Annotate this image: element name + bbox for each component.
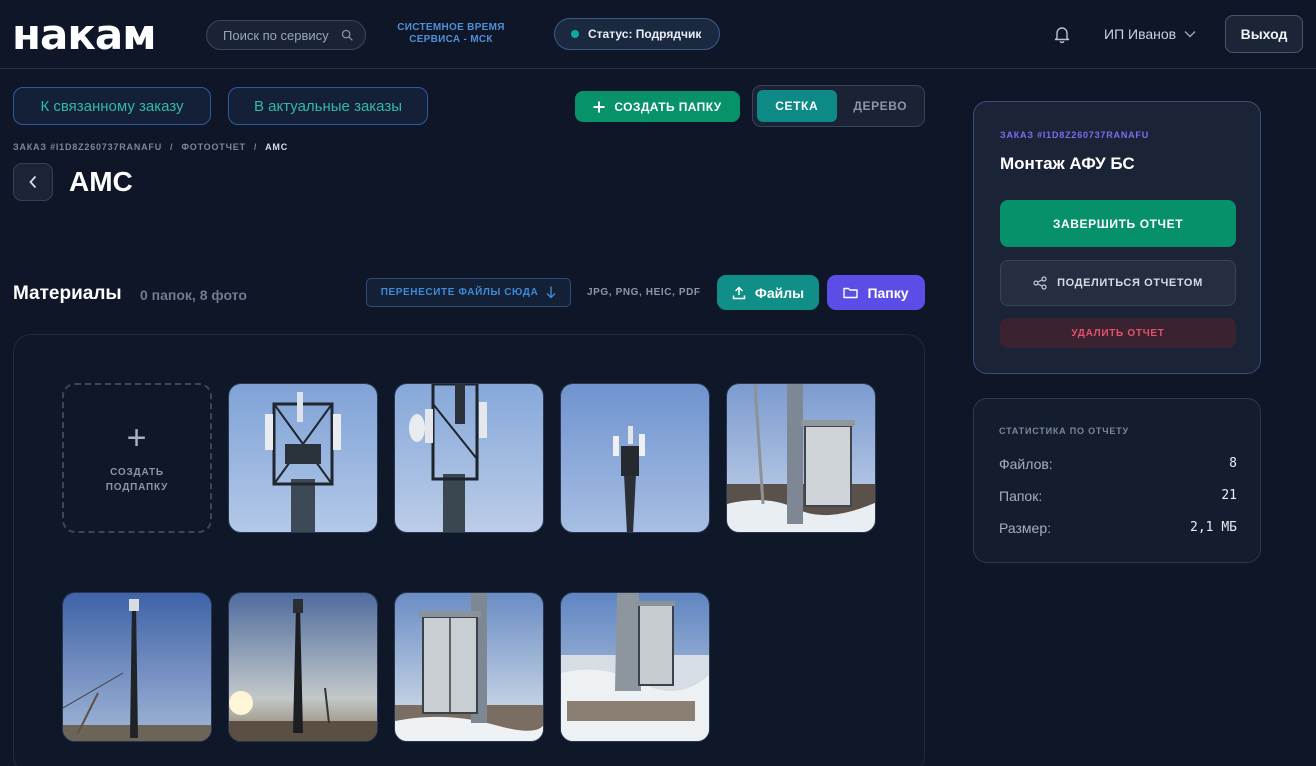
upload-files-button[interactable]: Файлы xyxy=(717,275,819,310)
cabinet-under-tower-image xyxy=(395,593,543,741)
stats-row-files: Файлов: 8 xyxy=(999,456,1237,472)
logout-button[interactable]: Выход xyxy=(1225,15,1303,53)
plus-icon: + xyxy=(126,419,148,457)
view-tree-tab[interactable]: ДЕРЕВО xyxy=(841,90,921,122)
stats-files-label: Файлов: xyxy=(999,456,1053,472)
tower-antennas-closeup-image xyxy=(395,384,543,532)
materials-count: 0 папок, 8 фото xyxy=(140,287,247,303)
share-icon xyxy=(1033,276,1047,290)
delete-report-button[interactable]: УДАЛИТЬ ОТЧЕТ xyxy=(1000,318,1236,348)
tower-top-antennas-image xyxy=(229,384,377,532)
photo-thumbnail[interactable] xyxy=(228,383,378,533)
arrow-down-icon xyxy=(546,286,556,299)
report-card: ЗАКАЗ #I1D8Z260737RANAFU Монтаж АФУ БС З… xyxy=(973,101,1261,374)
tower-field-evening-image xyxy=(63,593,211,741)
create-subfolder-line2: ПОДПАПКУ xyxy=(105,482,169,493)
photo-thumbnail[interactable] xyxy=(62,592,212,742)
page-title: АМС xyxy=(69,166,133,197)
chevron-down-icon xyxy=(1184,31,1196,38)
stats-files-value: 8 xyxy=(1229,456,1237,471)
current-orders-button[interactable]: В актуальные заказы xyxy=(228,87,428,125)
view-toggle: СЕТКА ДЕРЕВО xyxy=(752,85,925,127)
view-grid-tab[interactable]: СЕТКА xyxy=(757,90,837,122)
stats-folders-label: Папок: xyxy=(999,488,1043,504)
stats-size-value: 2,1 МБ xyxy=(1190,520,1237,535)
drop-hint: ПЕРЕНЕСИТЕ ФАЙЛЫ СЮДА xyxy=(380,287,539,298)
stats-size-label: Размер: xyxy=(999,520,1052,536)
system-time-line2: СЕРВИСА - МСК xyxy=(409,34,493,45)
search-input[interactable] xyxy=(223,27,341,43)
status-label: Статус: Подрядчик xyxy=(588,27,702,41)
create-subfolder-line1: СОЗДАТЬ xyxy=(110,467,164,478)
upload-folder-button[interactable]: Папку xyxy=(827,275,925,310)
plus-icon xyxy=(593,101,605,112)
photo-thumbnail[interactable] xyxy=(560,383,710,533)
create-subfolder-tile[interactable]: + СОЗДАТЬ ПОДПАПКУ xyxy=(62,383,212,533)
breadcrumb-order[interactable]: ЗАКАЗ #I1D8Z260737RANAFU xyxy=(13,142,162,152)
stats-title: СТАТИСТИКА ПО ОТЧЕТУ xyxy=(999,426,1129,436)
report-name: Монтаж АФУ БС xyxy=(1000,154,1135,173)
system-time-label: СИСТЕМНОЕ ВРЕМЯ СЕРВИСА - МСК xyxy=(386,22,516,46)
cabinet-base-snow-image xyxy=(561,593,709,741)
photo-thumbnail[interactable] xyxy=(560,592,710,742)
report-stats: СТАТИСТИКА ПО ОТЧЕТУ Файлов: 8 Папок: 21… xyxy=(973,398,1261,563)
breadcrumb: ЗАКАЗ #I1D8Z260737RANAFU / ФОТООТЧЕТ / А… xyxy=(13,142,288,152)
photo-thumbnail[interactable] xyxy=(726,383,876,533)
user-menu[interactable]: ИП Иванов xyxy=(1104,24,1196,44)
allowed-formats: JPG, PNG, HEIC, PDF xyxy=(587,287,701,298)
breadcrumb-report[interactable]: ФОТООТЧЕТ xyxy=(181,142,245,152)
stats-row-size: Размер: 2,1 МБ xyxy=(999,520,1237,536)
upload-icon xyxy=(732,285,746,299)
status-dot-icon xyxy=(571,30,579,38)
breadcrumb-separator: / xyxy=(170,142,174,152)
photo-thumbnail[interactable] xyxy=(394,592,544,742)
materials-title: Материалы xyxy=(13,283,122,304)
drop-zone[interactable]: ПЕРЕНЕСИТЕ ФАЙЛЫ СЮДА xyxy=(366,278,571,307)
folder-icon xyxy=(843,287,859,299)
stats-row-folders: Папок: 21 xyxy=(999,488,1237,504)
search-icon[interactable] xyxy=(341,28,353,42)
user-name: ИП Иванов xyxy=(1104,26,1177,42)
breadcrumb-current: АМС xyxy=(265,142,289,152)
search-box[interactable] xyxy=(206,20,366,50)
create-folder-label: СОЗДАТЬ ПАПКУ xyxy=(614,99,722,114)
bell-icon[interactable] xyxy=(1052,24,1072,44)
share-report-label: ПОДЕЛИТЬСЯ ОТЧЕТОМ xyxy=(1057,277,1203,289)
photo-thumbnail[interactable] xyxy=(228,592,378,742)
chevron-left-icon xyxy=(29,175,37,189)
top-header: накам СИСТЕМНОЕ ВРЕМЯ СЕРВИСА - МСК Стат… xyxy=(0,0,1316,69)
share-report-button[interactable]: ПОДЕЛИТЬСЯ ОТЧЕТОМ xyxy=(1000,260,1236,306)
logo[interactable]: накам xyxy=(12,10,157,59)
upload-folder-label: Папку xyxy=(867,284,909,301)
report-order-id[interactable]: ЗАКАЗ #I1D8Z260737RANAFU xyxy=(1000,130,1149,140)
breadcrumb-separator: / xyxy=(253,142,258,152)
back-button[interactable] xyxy=(13,163,53,201)
equipment-cabinet-snow-image xyxy=(727,384,875,532)
tower-sunset-image xyxy=(229,593,377,741)
status-badge[interactable]: Статус: Подрядчик xyxy=(554,18,720,50)
create-folder-button[interactable]: СОЗДАТЬ ПАПКУ xyxy=(575,91,740,122)
system-time-line1: СИСТЕМНОЕ ВРЕМЯ xyxy=(397,22,505,33)
tower-distant-image xyxy=(561,384,709,532)
upload-files-label: Файлы xyxy=(754,284,805,301)
finish-report-button[interactable]: ЗАВЕРШИТЬ ОТЧЕТ xyxy=(1000,200,1236,247)
linked-order-button[interactable]: К связанному заказу xyxy=(13,87,211,125)
photo-thumbnail[interactable] xyxy=(394,383,544,533)
stats-folders-value: 21 xyxy=(1221,488,1237,503)
